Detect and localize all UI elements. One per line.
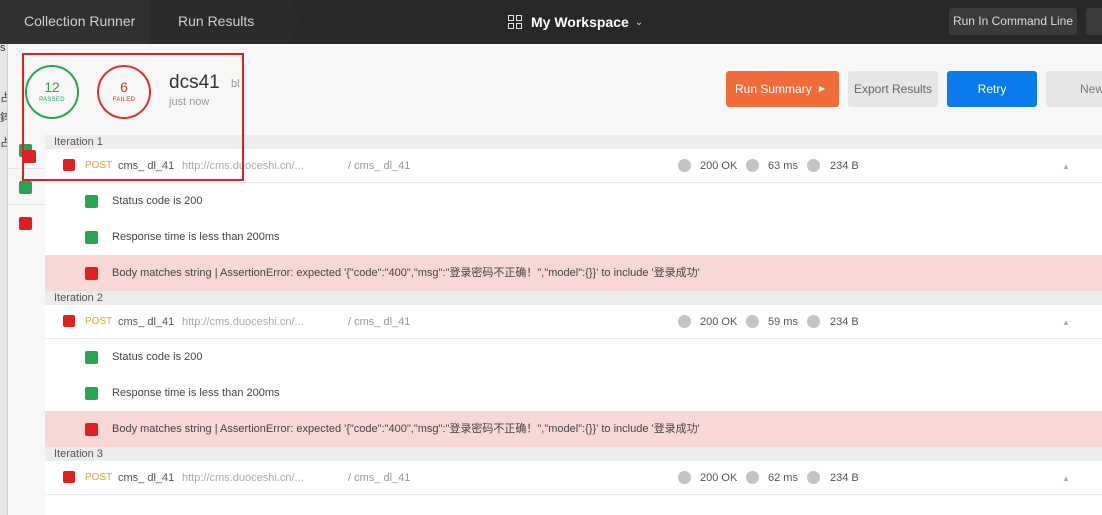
edge-text: s	[0, 44, 6, 54]
indicator-failed[interactable]	[23, 150, 36, 163]
request-name: cms_ dl_41	[118, 472, 175, 484]
chevron-up-icon[interactable]: ▲	[1062, 473, 1070, 485]
passed-count: 12	[44, 79, 60, 95]
grid-icon	[508, 15, 522, 29]
results-list: Iteration 1 POST cms_ dl_41 http://cms.d…	[45, 135, 1102, 515]
response-time: 63 ms	[768, 160, 798, 172]
test-result-row: Response time is less than 200ms	[45, 219, 1102, 255]
edge-text: 占	[0, 134, 7, 150]
test-name: Body matches string | AssertionError: ex…	[112, 267, 700, 279]
retry-button[interactable]: Retry	[947, 71, 1037, 107]
iteration-label: Iteration 1	[45, 135, 1102, 149]
request-url: http://cms.duoceshi.cn/...	[182, 316, 304, 328]
indicator-passed[interactable]	[19, 181, 32, 194]
request-method: POST	[85, 160, 113, 171]
test-result-row: Response time is less than 200ms	[45, 375, 1102, 411]
response-time: 62 ms	[768, 472, 798, 484]
failed-counter: 6 FAILED	[97, 65, 151, 119]
chevron-up-icon[interactable]: ▲	[1062, 161, 1070, 173]
status-dot-icon	[678, 159, 691, 172]
run-timestamp: just now	[169, 96, 210, 108]
test-name: Status code is 200	[112, 351, 203, 363]
test-passed-icon	[85, 195, 98, 208]
breadcrumb-collection-runner[interactable]: Collection Runner	[0, 0, 150, 44]
request-method: POST	[85, 316, 113, 327]
test-failed-icon	[85, 267, 98, 280]
workspace-switcher[interactable]: My Workspace ⌄	[508, 12, 643, 32]
request-name: cms_ dl_41	[118, 160, 175, 172]
breadcrumb-separator	[290, 0, 300, 44]
status-dot-icon	[678, 315, 691, 328]
run-results-panel: 12 PASSED 6 FAILED dcs41 bl just now Run…	[8, 44, 1102, 515]
test-name: Status code is 200	[112, 195, 203, 207]
top-bar: Collection Runner Run Results My Workspa…	[0, 0, 1102, 44]
request-row[interactable]: POST cms_ dl_41 http://cms.duoceshi.cn/.…	[45, 305, 1102, 339]
request-path: / cms_ dl_41	[348, 160, 411, 172]
test-name: Response time is less than 200ms	[112, 231, 280, 243]
request-indicator-column	[8, 135, 45, 515]
size-dot-icon	[807, 315, 820, 328]
time-dot-icon	[746, 159, 759, 172]
edge-text: 占	[0, 89, 7, 105]
overflow-button[interactable]	[1086, 8, 1102, 35]
response-status: 200 OK	[700, 472, 738, 484]
test-name: Response time is less than 200ms	[112, 387, 280, 399]
test-passed-icon	[85, 387, 98, 400]
size-dot-icon	[807, 471, 820, 484]
test-failed-icon	[85, 423, 98, 436]
request-path: / cms_ dl_41	[348, 472, 411, 484]
chevron-right-icon: ▶	[818, 84, 825, 93]
chevron-down-icon: ⌄	[634, 16, 644, 28]
run-summary-button[interactable]: Run Summary ▶	[726, 71, 839, 107]
test-passed-icon	[85, 351, 98, 364]
workspace-label: My Workspace	[531, 14, 629, 30]
run-summary-label: Run Summary	[735, 82, 812, 96]
new-button[interactable]: New	[1046, 71, 1102, 107]
response-size: 234 B	[830, 160, 859, 172]
passed-counter: 12 PASSED	[25, 65, 79, 119]
response-time: 59 ms	[768, 316, 798, 328]
edge-text: 錊	[0, 109, 7, 125]
run-name: dcs41	[169, 72, 220, 93]
run-summary-header: 12 PASSED 6 FAILED dcs41 bl just now Run…	[8, 44, 1102, 136]
background-window-edge: s 专 占 錊 占	[0, 44, 8, 515]
request-row[interactable]: POST cms_ dl_41 http://cms.duoceshi.cn/.…	[45, 149, 1102, 183]
response-size: 234 B	[830, 472, 859, 484]
response-size: 234 B	[830, 316, 859, 328]
status-dot-icon	[678, 471, 691, 484]
iteration-label: Iteration 3	[45, 447, 1102, 461]
chevron-up-icon[interactable]: ▲	[1062, 317, 1070, 329]
response-status: 200 OK	[700, 316, 738, 328]
request-url: http://cms.duoceshi.cn/...	[182, 472, 304, 484]
run-name-suffix: bl	[231, 78, 240, 90]
test-name: Body matches string | AssertionError: ex…	[112, 423, 700, 435]
iteration-label: Iteration 2	[45, 291, 1102, 305]
request-name: cms_ dl_41	[118, 316, 175, 328]
response-status: 200 OK	[700, 160, 738, 172]
test-passed-icon	[85, 231, 98, 244]
test-result-row: Status code is 200	[45, 183, 1102, 219]
passed-label: PASSED	[39, 97, 65, 103]
export-results-button[interactable]: Export Results	[848, 71, 938, 107]
request-failed-indicator	[63, 159, 75, 171]
breadcrumb-run-results[interactable]: Run Results	[150, 0, 290, 44]
size-dot-icon	[807, 159, 820, 172]
divider	[8, 168, 45, 169]
divider	[8, 204, 45, 205]
failed-label: FAILED	[112, 97, 136, 103]
time-dot-icon	[746, 315, 759, 328]
test-result-row-failed: Body matches string | AssertionError: ex…	[45, 411, 1102, 447]
indicator-failed[interactable]	[19, 217, 32, 230]
request-failed-indicator	[63, 315, 75, 327]
run-in-command-line-button[interactable]: Run In Command Line	[949, 8, 1077, 35]
time-dot-icon	[746, 471, 759, 484]
test-result-row-failed: Body matches string | AssertionError: ex…	[45, 255, 1102, 291]
request-method: POST	[85, 472, 113, 483]
request-path: / cms_ dl_41	[348, 316, 411, 328]
request-row[interactable]: POST cms_ dl_41 http://cms.duoceshi.cn/.…	[45, 461, 1102, 495]
request-failed-indicator	[63, 471, 75, 483]
request-url: http://cms.duoceshi.cn/...	[182, 160, 304, 172]
test-result-row: Status code is 200	[45, 339, 1102, 375]
failed-count: 6	[120, 79, 128, 95]
